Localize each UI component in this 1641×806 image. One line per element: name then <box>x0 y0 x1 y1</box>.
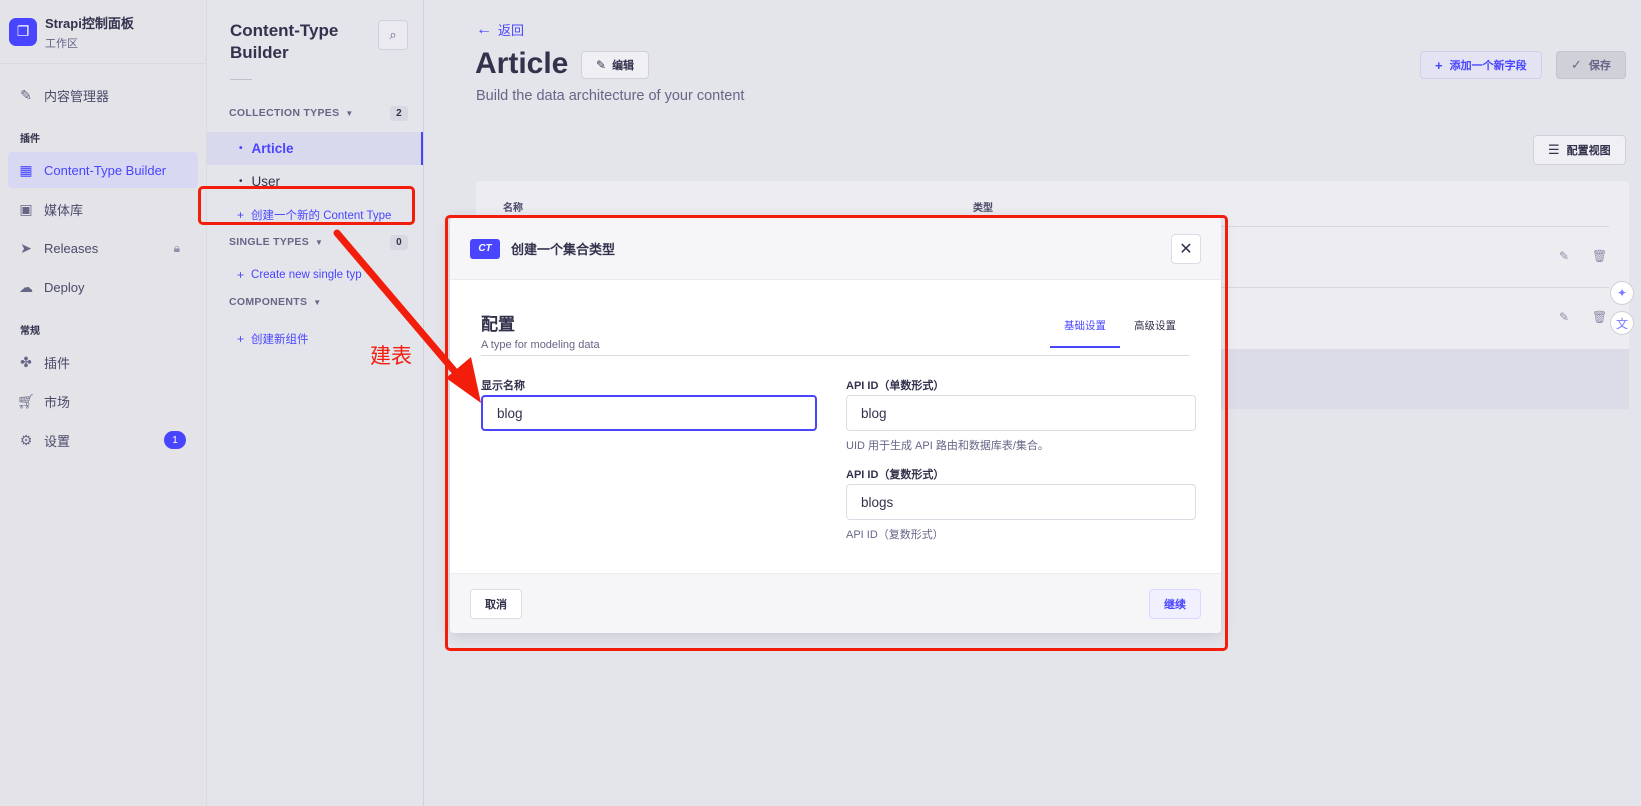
annotation-arrow-icon <box>333 229 481 403</box>
